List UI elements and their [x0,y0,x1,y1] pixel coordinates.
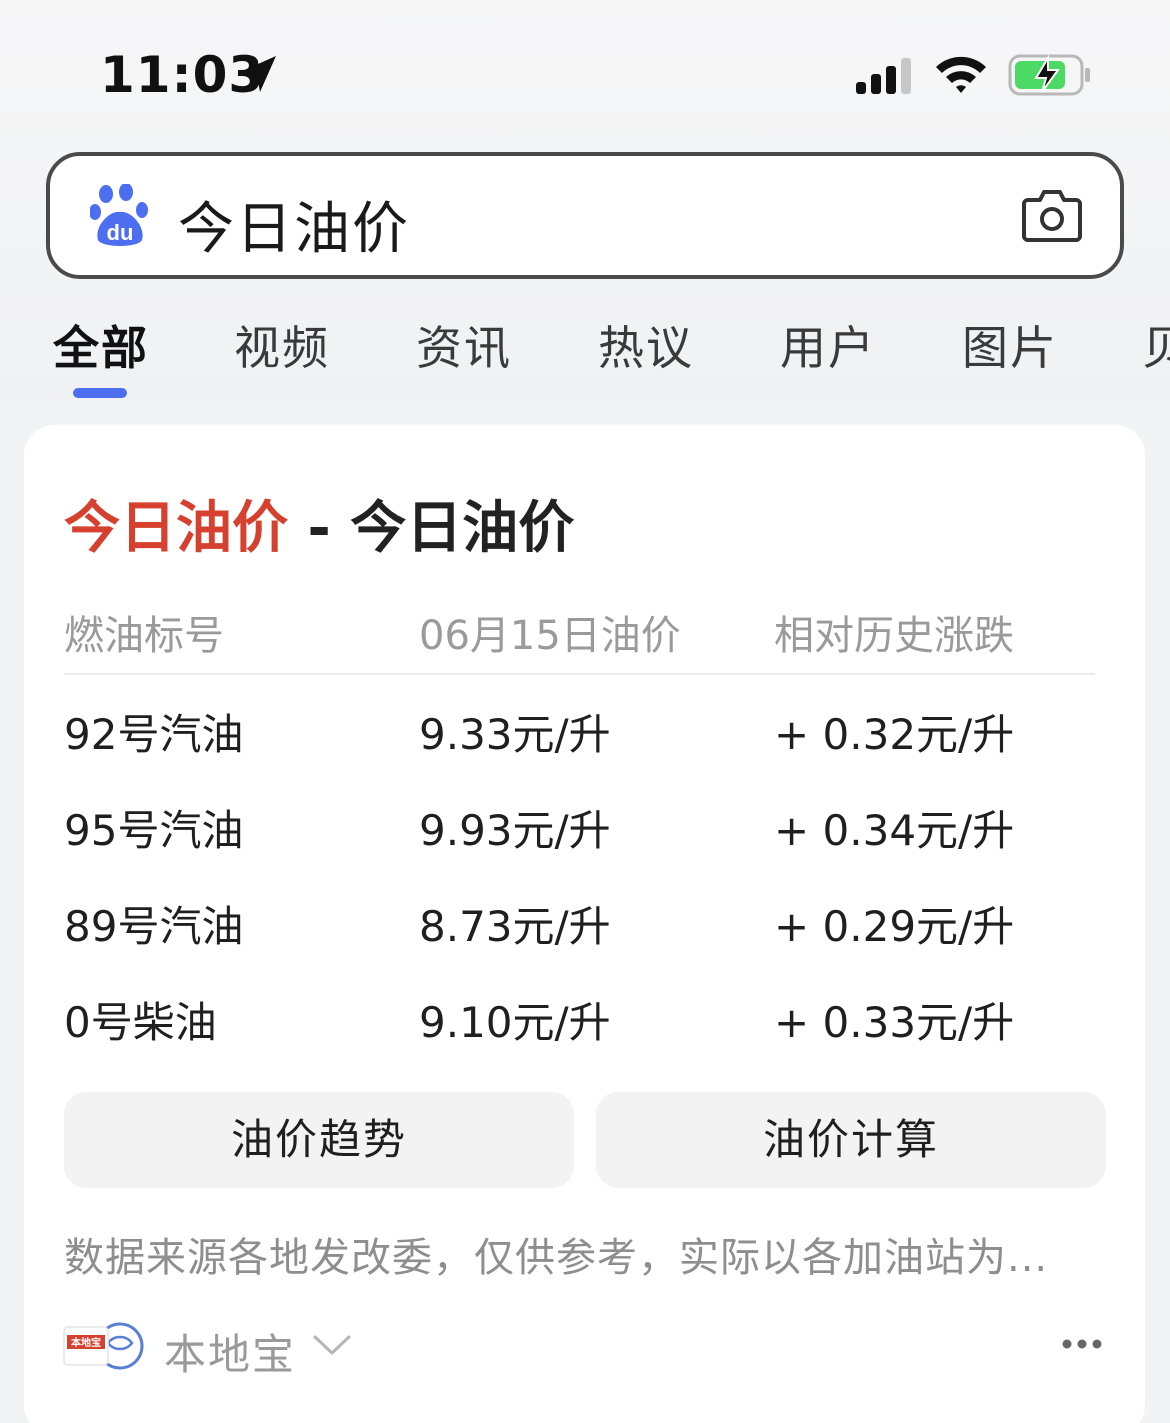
search-input[interactable]: 今日油价 [178,184,410,265]
tab-bar: 全部 视频 资讯 热议 用户 图片 贝 [0,312,1170,375]
price-change: + 0.34元/升 [774,806,1015,855]
tab-all[interactable]: 全部 [53,312,149,378]
source-logo-text: 本地宝 [71,1336,101,1349]
tab-news[interactable]: 资讯 [416,312,512,378]
data-source-note: 数据来源各地发改委，仅供参考，实际以各加油站为... [64,1235,1049,1281]
baidu-paw-logo-icon: du [90,184,148,246]
cellular-signal-icon [856,58,911,94]
chevron-down-icon[interactable] [312,1333,352,1357]
table-row: 89号汽油 8.73元/升 + 0.29元/升 [24,893,1145,953]
header-change: 相对历史涨跌 [774,613,1014,659]
active-tab-indicator [73,388,127,398]
price-change: + 0.29元/升 [774,902,1015,951]
search-bar[interactable]: du 今日油价 [46,152,1124,279]
table-row: 0号柴油 9.10元/升 + 0.33元/升 [24,989,1145,1049]
table-row: 95号汽油 9.93元/升 + 0.34元/升 [24,797,1145,857]
tab-users[interactable]: 用户 [780,312,876,378]
oil-price-calc-button[interactable]: 油价计算 [596,1092,1106,1188]
card-title-rest: 今日油价 [350,496,575,561]
fuel-price: 9.33元/升 [419,710,611,759]
oil-price-card: 今日油价 - 今日油价 燃油标号 06月15日油价 相对历史涨跌 92号汽油 9… [24,425,1145,1423]
header-price-date: 06月15日油价 [419,613,681,659]
svg-text:du: du [107,220,134,245]
wifi-icon [936,56,986,93]
source-logo-icon[interactable]: 本地宝 [62,1321,146,1371]
fuel-price: 9.93元/升 [419,806,611,855]
price-change: + 0.32元/升 [774,710,1015,759]
fuel-grade: 92号汽油 [64,710,244,759]
battery-charging-icon [1008,54,1090,96]
fuel-grade: 95号汽油 [64,806,244,855]
source-name[interactable]: 本地宝 [164,1321,296,1382]
tab-images[interactable]: 图片 [962,312,1058,378]
tab-more[interactable]: 贝 [1142,312,1170,378]
card-title[interactable]: 今日油价 - 今日油价 [64,483,574,564]
tab-discussion[interactable]: 热议 [598,312,694,378]
fuel-price: 9.10元/升 [419,998,611,1047]
table-divider [64,673,1095,675]
header-fuel-grade: 燃油标号 [64,613,224,659]
oil-price-trend-button[interactable]: 油价趋势 [64,1092,574,1188]
more-options-icon[interactable] [1062,1337,1102,1351]
fuel-grade: 0号柴油 [64,998,217,1047]
fuel-price: 8.73元/升 [419,902,611,951]
table-row: 92号汽油 9.33元/升 + 0.32元/升 [24,701,1145,761]
fuel-grade: 89号汽油 [64,902,244,951]
card-title-separator: - [288,496,351,561]
card-title-highlight: 今日油价 [64,496,288,561]
tab-video[interactable]: 视频 [234,312,330,378]
location-arrow-icon [240,56,276,92]
camera-icon[interactable] [1022,186,1082,242]
price-change: + 0.33元/升 [774,998,1015,1047]
